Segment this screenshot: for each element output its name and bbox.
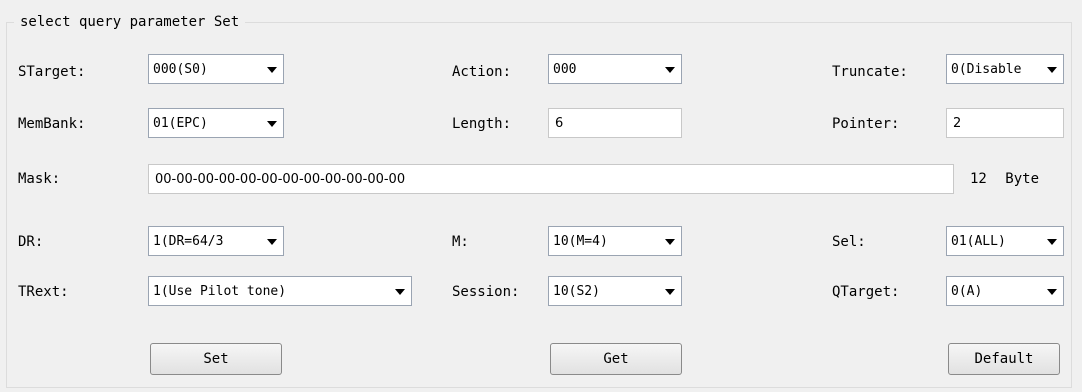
chevron-down-icon <box>1047 67 1057 73</box>
mask-byte-count: 12 Byte <box>970 169 1039 189</box>
mask-input[interactable]: 00-00-00-00-00-00-00-00-00-00-00-00 <box>148 164 954 194</box>
truncate-value: 0(Disable <box>951 62 1022 77</box>
truncate-label: Truncate: <box>832 64 908 80</box>
chevron-down-icon <box>665 289 675 295</box>
mask-value: 00-00-00-00-00-00-00-00-00-00-00-00 <box>155 172 406 187</box>
sel-label: Sel: <box>832 234 866 250</box>
truncate-select[interactable]: 0(Disable <box>946 54 1064 84</box>
get-button[interactable]: Get <box>550 343 682 375</box>
qtarget-select[interactable]: 0(A) <box>946 276 1064 306</box>
chevron-down-icon <box>267 239 277 245</box>
session-label: Session: <box>452 284 520 300</box>
pointer-value: 2 <box>953 116 962 131</box>
chevron-down-icon <box>395 289 405 295</box>
qtarget-value: 0(A) <box>951 284 983 299</box>
dr-select[interactable]: 1(DR=64/3 <box>148 226 284 256</box>
action-value: 000 <box>553 62 577 77</box>
session-select[interactable]: 10(S2) <box>548 276 682 306</box>
mask-label: Mask: <box>18 171 61 187</box>
dr-value: 1(DR=64/3 <box>153 234 224 249</box>
group-title: select query parameter Set <box>14 12 246 32</box>
length-input[interactable]: 6 <box>548 108 682 138</box>
chevron-down-icon <box>267 121 277 127</box>
trext-value: 1(Use Pilot tone) <box>153 284 287 299</box>
membank-label: MemBank: <box>18 116 86 132</box>
sel-select[interactable]: 01(ALL) <box>946 226 1064 256</box>
membank-select[interactable]: 01(EPC) <box>148 108 284 138</box>
starget-value: 000(S0) <box>153 62 208 77</box>
chevron-down-icon <box>1047 239 1057 245</box>
chevron-down-icon <box>665 67 675 73</box>
m-label: M: <box>452 234 469 250</box>
default-button[interactable]: Default <box>948 343 1060 375</box>
action-label: Action: <box>452 64 512 80</box>
chevron-down-icon <box>267 67 277 73</box>
sel-value: 01(ALL) <box>951 234 1006 249</box>
mask-length-unit: Byte <box>1005 171 1040 187</box>
session-value: 10(S2) <box>553 284 600 299</box>
trext-select[interactable]: 1(Use Pilot tone) <box>148 276 412 306</box>
chevron-down-icon <box>665 239 675 245</box>
m-value: 10(M=4) <box>553 234 608 249</box>
mask-length-value: 12 <box>970 171 987 187</box>
dr-label: DR: <box>18 234 44 250</box>
action-select[interactable]: 000 <box>548 54 682 84</box>
set-button[interactable]: Set <box>150 343 282 375</box>
length-value: 6 <box>555 116 564 131</box>
length-label: Length: <box>452 116 512 132</box>
trext-label: TRext: <box>18 284 69 300</box>
m-select[interactable]: 10(M=4) <box>548 226 682 256</box>
starget-select[interactable]: 000(S0) <box>148 54 284 84</box>
membank-value: 01(EPC) <box>153 116 208 131</box>
starget-label: STarget: <box>18 64 86 80</box>
chevron-down-icon <box>1047 289 1057 295</box>
pointer-input[interactable]: 2 <box>946 108 1064 138</box>
qtarget-label: QTarget: <box>832 284 900 300</box>
pointer-label: Pointer: <box>832 116 900 132</box>
